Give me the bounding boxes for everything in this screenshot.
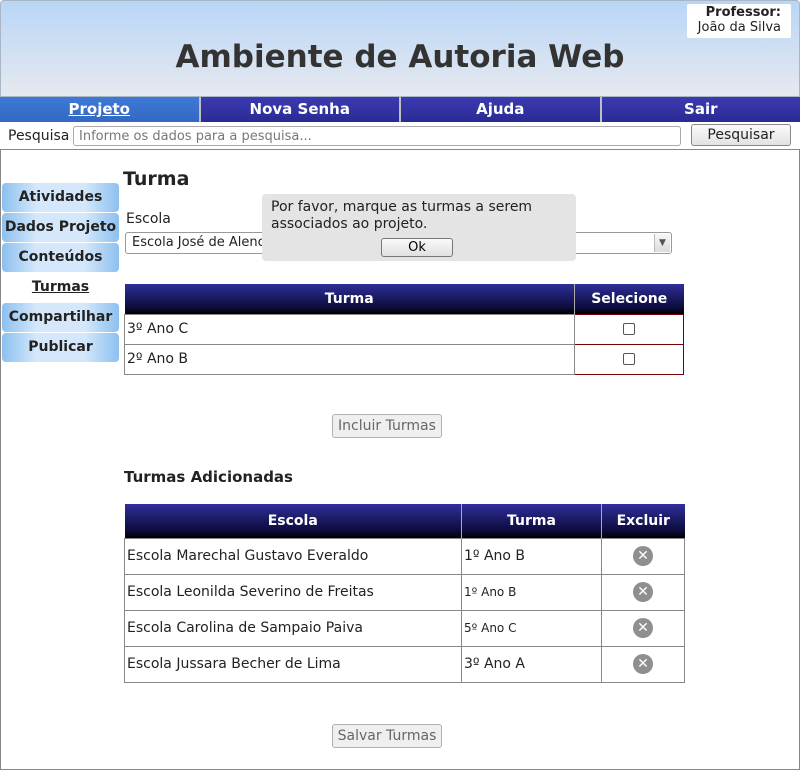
turma-cell: 1º Ano B [461,573,602,611]
professor-info: Professor: João da Silva [687,4,791,38]
delete-cell: ✕ [601,537,685,575]
nav-sair[interactable]: Sair [602,97,800,122]
delete-cell: ✕ [601,573,685,611]
alert-popup: Por favor, marque as turmas a serem asso… [262,194,576,261]
delete-cell: ✕ [601,645,685,683]
salvar-turmas-button[interactable]: Salvar Turmas [332,724,442,748]
sidebar-item-compartilhar[interactable]: Compartilhar [2,303,119,332]
table-header-row: Turma Selecione [124,284,684,314]
turma-cell: 3º Ano A [461,645,602,683]
sidebar-item-atividades[interactable]: Atividades [2,183,119,212]
added-turmas-table: Escola Turma Excluir Escola Marechal Gus… [124,504,685,683]
select-cell [574,313,684,345]
column-header-turma: Turma [124,284,575,314]
table-row: 3º Ano C [124,313,684,345]
turma-table: Turma Selecione 3º Ano C 2º Ano B [124,284,684,375]
column-header-selecione: Selecione [574,284,684,314]
escola-cell: Escola Marechal Gustavo Everaldo [124,537,462,575]
professor-label: Professor: [705,5,781,20]
turma-cell: 1º Ano B [461,537,602,575]
close-circle-icon[interactable]: ✕ [633,618,653,638]
app-header: Ambiente de Autoria Web Professor: João … [0,0,800,97]
nav-ajuda[interactable]: Ajuda [401,97,602,122]
professor-name: João da Silva [697,20,781,35]
popup-message: Por favor, marque as turmas a serem asso… [271,199,533,232]
escola-cell: Escola Carolina de Sampaio Paiva [124,609,462,647]
sidebar-item-conteudos[interactable]: Conteúdos [2,243,119,272]
close-circle-icon[interactable]: ✕ [633,546,653,566]
turma-cell: 5º Ano C [461,609,602,647]
select-cell [574,343,684,375]
escola-cell: Escola Leonilda Severino de Freitas [124,573,462,611]
chevron-down-icon[interactable]: ▼ [654,234,670,252]
column-header-escola: Escola [124,504,462,538]
top-nav: Projeto Nova Senha Ajuda Sair [0,97,800,122]
close-circle-icon[interactable]: ✕ [633,582,653,602]
search-label: Pesquisa [8,128,70,144]
added-section-title: Turmas Adicionadas [124,468,293,486]
nav-nova-senha[interactable]: Nova Senha [201,97,401,122]
nav-projeto[interactable]: Projeto [0,97,201,122]
search-button[interactable]: Pesquisar [691,124,791,146]
escola-selected-value: Escola José de Alencar [132,235,279,250]
escola-cell: Escola Jussara Becher de Lima [124,645,462,683]
popup-ok-button[interactable]: Ok [381,238,453,257]
sidebar-item-publicar[interactable]: Publicar [2,333,119,362]
table-row: Escola Jussara Becher de Lima 3º Ano A ✕ [124,645,685,683]
column-header-turma: Turma [461,504,602,538]
escola-label: Escola [126,211,171,227]
sidebar-item-turmas[interactable]: Turmas [2,273,119,302]
table-row: Escola Carolina de Sampaio Paiva 5º Ano … [124,609,685,647]
turma-checkbox[interactable] [623,353,635,365]
sidebar: Atividades Dados Projeto Conteúdos Turma… [2,183,119,363]
table-row: Escola Marechal Gustavo Everaldo 1º Ano … [124,537,685,575]
table-header-row: Escola Turma Excluir [124,504,685,538]
close-circle-icon[interactable]: ✕ [633,654,653,674]
sidebar-item-dados-projeto[interactable]: Dados Projeto [2,213,119,242]
table-row: 2º Ano B [124,343,684,375]
search-bar: Pesquisa Pesquisar [0,122,800,150]
table-row: Escola Leonilda Severino de Freitas 1º A… [124,573,685,611]
delete-cell: ✕ [601,609,685,647]
page-title: Turma [123,168,190,190]
incluir-turmas-button[interactable]: Incluir Turmas [332,414,442,438]
app-title: Ambiente de Autoria Web [175,39,625,75]
search-input[interactable] [73,126,681,146]
turma-checkbox[interactable] [623,323,635,335]
turma-cell: 3º Ano C [124,313,575,345]
column-header-excluir: Excluir [601,504,685,538]
turma-cell: 2º Ano B [124,343,575,375]
